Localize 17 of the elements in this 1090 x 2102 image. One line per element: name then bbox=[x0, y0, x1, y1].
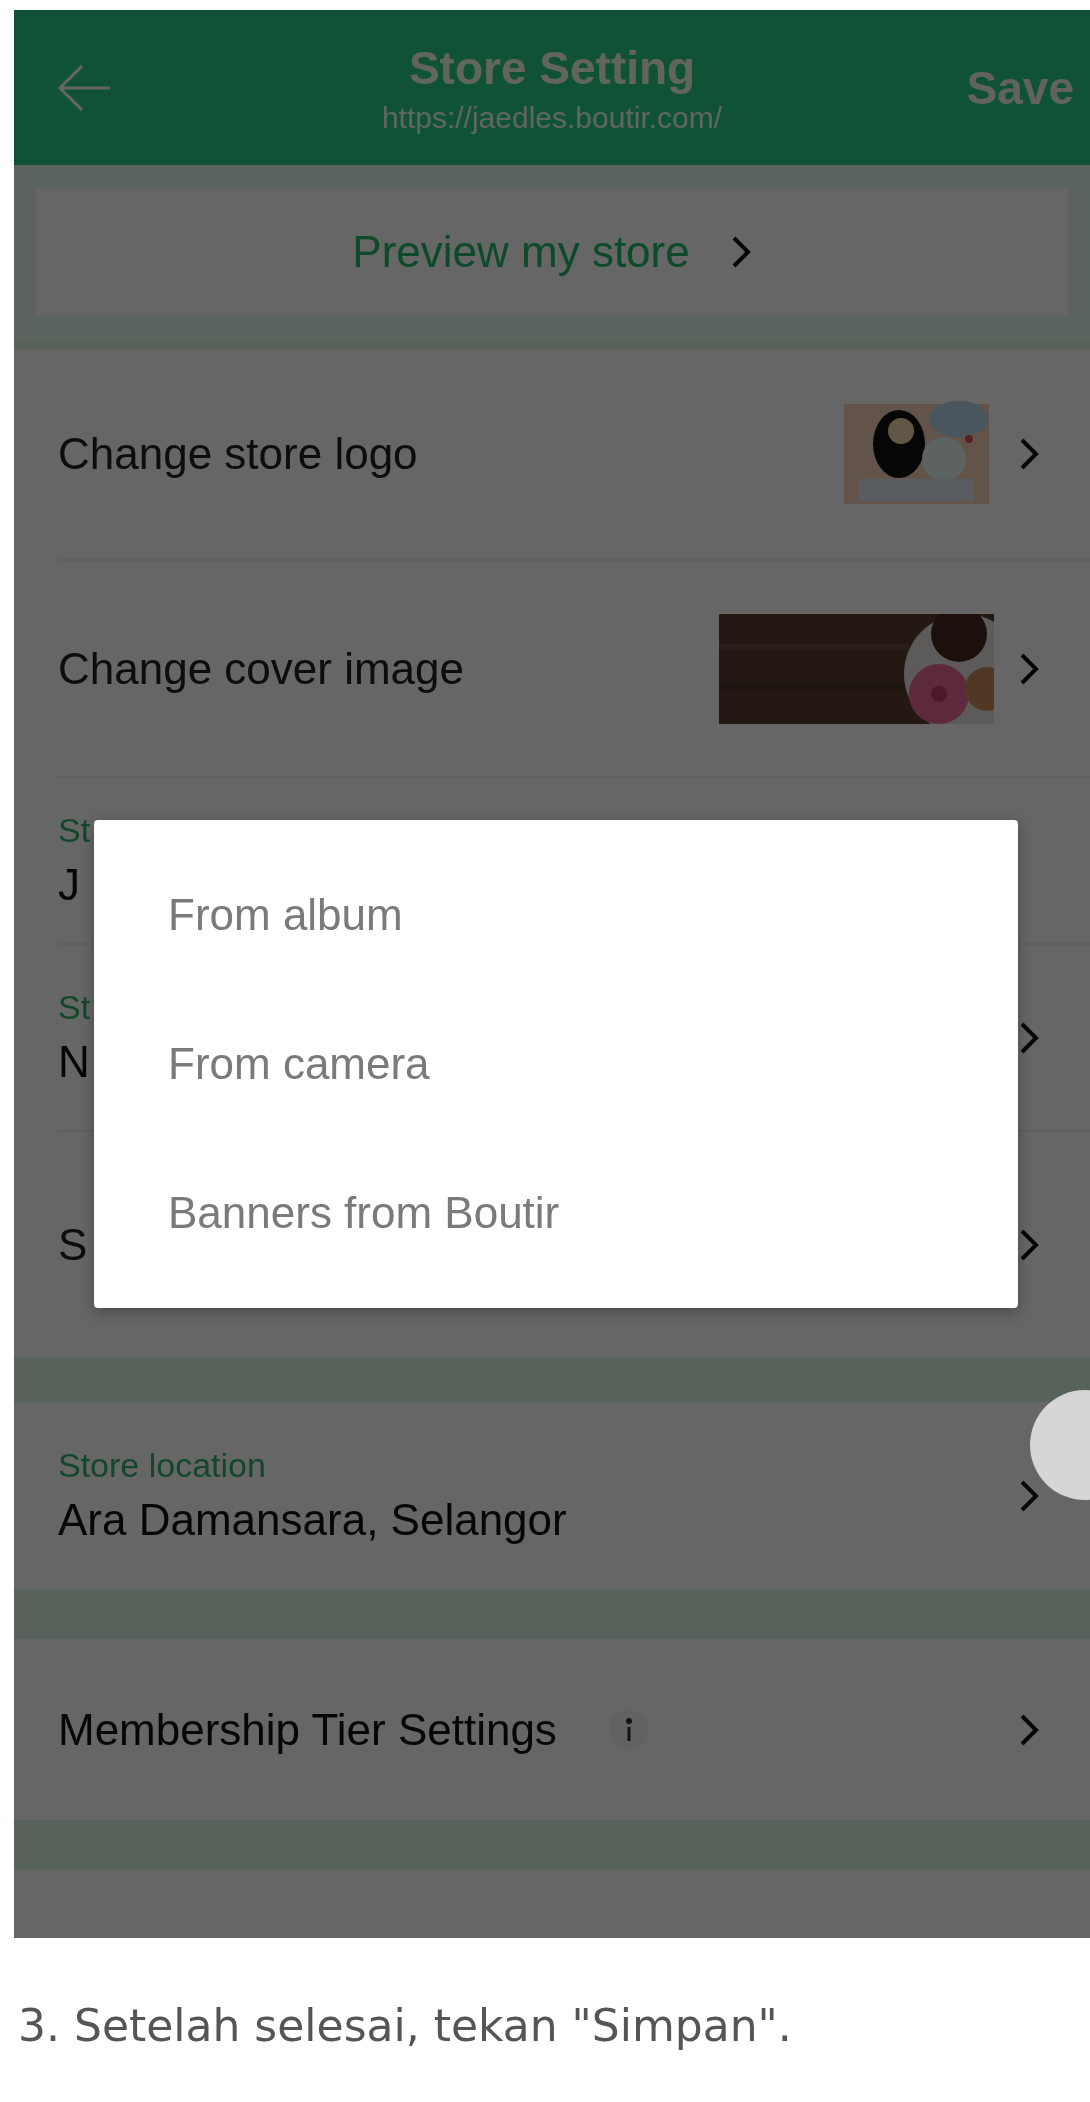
setting-label: S bbox=[58, 1219, 89, 1270]
chevron-icon bbox=[1018, 436, 1040, 472]
field-label: St bbox=[58, 988, 91, 1027]
field-label: Store location bbox=[58, 1446, 266, 1485]
field-value: J bbox=[58, 860, 80, 910]
field-label: St bbox=[58, 811, 91, 850]
dialog-option[interactable]: From camera bbox=[94, 1039, 1018, 1089]
store-url: https://jaedles.boutir.com/ bbox=[381, 100, 723, 135]
caption: 3. Setelah selesai, tekan "Simpan". bbox=[18, 2000, 793, 2051]
field-value: N bbox=[58, 1037, 90, 1087]
setting-label: Change store logo bbox=[58, 429, 419, 479]
field-value: Ara Damansara, Selangor bbox=[58, 1495, 567, 1545]
dialog-option[interactable]: Banners from Boutir bbox=[94, 1188, 1018, 1239]
setting-label: Membership Tier Settings bbox=[58, 1704, 557, 1755]
page-title: Store Setting bbox=[408, 40, 696, 95]
setting-label: Change cover image bbox=[58, 643, 465, 694]
dialog-option[interactable]: From album bbox=[94, 889, 1018, 940]
